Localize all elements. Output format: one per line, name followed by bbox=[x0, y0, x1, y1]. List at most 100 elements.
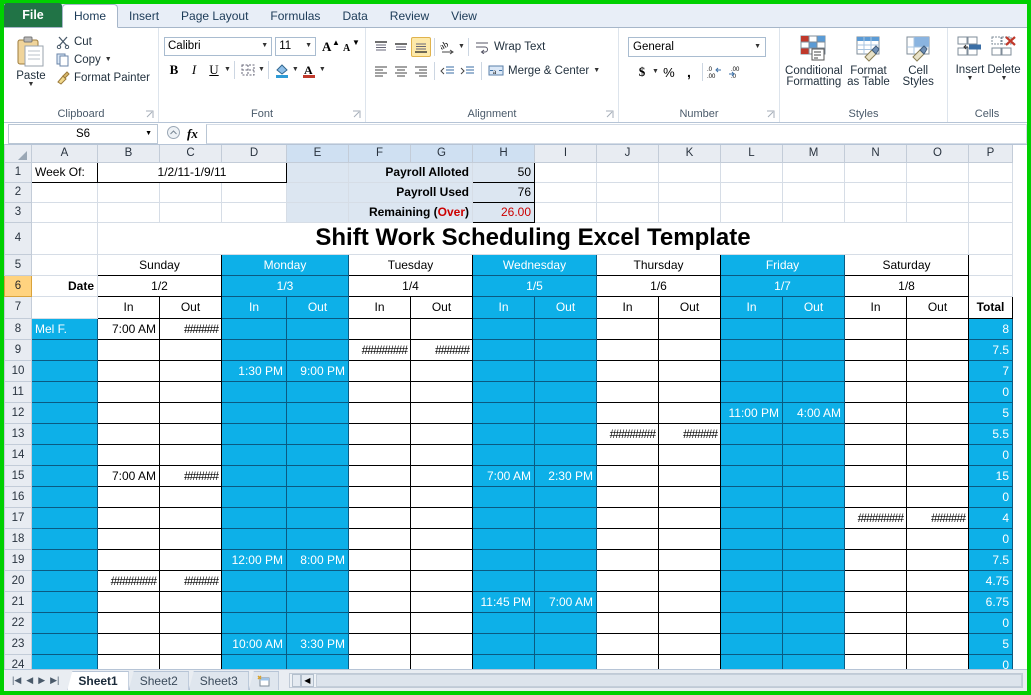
employee-name-cell[interactable]: Mel F. bbox=[31, 317, 98, 340]
scrollbar-thumb[interactable] bbox=[315, 674, 1022, 687]
row-header-2[interactable]: 2 bbox=[4, 181, 32, 203]
cell-N2[interactable] bbox=[844, 181, 907, 203]
in-cell[interactable]: 7:00 AM bbox=[97, 464, 160, 487]
out-cell[interactable] bbox=[159, 611, 222, 634]
row-header-12[interactable]: 12 bbox=[4, 401, 32, 424]
out-cell[interactable] bbox=[906, 485, 969, 508]
name-box[interactable]: S6 ▼ bbox=[8, 123, 158, 144]
last-sheet-button[interactable]: ▶| bbox=[50, 675, 59, 686]
tab-home[interactable]: Home bbox=[62, 4, 119, 28]
first-sheet-button[interactable]: |◀ bbox=[12, 675, 21, 686]
employee-name-cell[interactable] bbox=[31, 380, 98, 403]
column-header-L[interactable]: L bbox=[720, 145, 783, 163]
row-header-8[interactable]: 8 bbox=[4, 317, 32, 340]
out-cell[interactable] bbox=[410, 401, 473, 424]
out-cell[interactable] bbox=[534, 422, 597, 445]
total-cell[interactable]: 0 bbox=[968, 485, 1013, 508]
out-cell[interactable] bbox=[658, 506, 721, 529]
in-cell[interactable] bbox=[348, 590, 411, 613]
sheet-tab-sheet2[interactable]: Sheet2 bbox=[128, 671, 189, 690]
out-cell[interactable] bbox=[658, 317, 721, 340]
column-header-O[interactable]: O bbox=[906, 145, 969, 163]
out-cell[interactable] bbox=[410, 485, 473, 508]
merge-center-caret-icon[interactable]: ▼ bbox=[593, 67, 600, 74]
cell-K1[interactable] bbox=[658, 161, 721, 183]
out-cell[interactable] bbox=[534, 485, 597, 508]
cell-M2[interactable] bbox=[782, 181, 845, 203]
in-cell[interactable] bbox=[720, 338, 783, 361]
employee-name-cell[interactable] bbox=[31, 506, 98, 529]
out-cell[interactable] bbox=[906, 443, 969, 466]
in-cell[interactable] bbox=[472, 422, 535, 445]
in-cell[interactable] bbox=[221, 653, 287, 669]
tab-insert[interactable]: Insert bbox=[118, 5, 170, 27]
column-header-G[interactable]: G bbox=[410, 145, 473, 163]
total-cell[interactable]: 0 bbox=[968, 653, 1013, 669]
cell-A2[interactable] bbox=[31, 181, 98, 203]
total-cell[interactable]: 15 bbox=[968, 464, 1013, 487]
cell-M1[interactable] bbox=[782, 161, 845, 183]
day-date-tuesday[interactable]: 1/4 bbox=[348, 274, 473, 297]
row-header-1[interactable]: 1 bbox=[4, 161, 32, 183]
cell-H3-remaining-value[interactable]: 26.00 bbox=[472, 201, 535, 223]
out-cell[interactable] bbox=[906, 590, 969, 613]
row-header-5[interactable]: 5 bbox=[4, 253, 32, 276]
in-cell[interactable] bbox=[348, 506, 411, 529]
in-cell[interactable] bbox=[472, 317, 535, 340]
in-cell[interactable] bbox=[596, 569, 659, 592]
in-cell[interactable] bbox=[596, 380, 659, 403]
row-header-19[interactable]: 19 bbox=[4, 548, 32, 571]
out-cell[interactable] bbox=[658, 611, 721, 634]
employee-name-cell[interactable] bbox=[31, 464, 98, 487]
chevron-down-icon[interactable]: ▼ bbox=[261, 42, 268, 49]
out-cell[interactable] bbox=[658, 359, 721, 382]
out-cell[interactable] bbox=[534, 506, 597, 529]
in-cell[interactable] bbox=[844, 590, 907, 613]
out-cell[interactable] bbox=[906, 653, 969, 669]
in-cell[interactable] bbox=[472, 338, 535, 361]
out-cell[interactable] bbox=[534, 527, 597, 550]
currency-format-button[interactable]: $ bbox=[632, 62, 652, 82]
in-cell[interactable] bbox=[720, 569, 783, 592]
in-cell[interactable] bbox=[97, 653, 160, 669]
employee-name-cell[interactable] bbox=[31, 653, 98, 669]
row-header-13[interactable]: 13 bbox=[4, 422, 32, 445]
in-cell[interactable] bbox=[596, 653, 659, 669]
in-header-sunday[interactable]: In bbox=[97, 295, 160, 319]
out-cell[interactable]: 3:30 PM bbox=[286, 632, 349, 655]
out-cell[interactable]: 8:00 PM bbox=[286, 548, 349, 571]
format-painter-button[interactable]: Format Painter bbox=[53, 70, 153, 86]
out-cell[interactable]: 7:00 AM bbox=[534, 590, 597, 613]
total-cell[interactable]: 8 bbox=[968, 317, 1013, 340]
day-date-saturday[interactable]: 1/8 bbox=[844, 274, 969, 297]
out-cell[interactable] bbox=[906, 464, 969, 487]
in-cell[interactable] bbox=[596, 485, 659, 508]
in-cell[interactable] bbox=[348, 485, 411, 508]
italic-button[interactable]: I bbox=[184, 60, 204, 80]
out-cell[interactable] bbox=[286, 653, 349, 669]
in-cell[interactable] bbox=[844, 317, 907, 340]
in-cell[interactable] bbox=[97, 401, 160, 424]
in-cell[interactable] bbox=[221, 611, 287, 634]
in-cell[interactable] bbox=[596, 590, 659, 613]
in-cell[interactable] bbox=[348, 569, 411, 592]
cell-B3[interactable] bbox=[97, 201, 160, 223]
cell-P3[interactable] bbox=[968, 201, 1013, 223]
in-header-tuesday[interactable]: In bbox=[348, 295, 411, 319]
employee-name-cell[interactable] bbox=[31, 569, 98, 592]
out-cell[interactable]: ###### bbox=[159, 464, 222, 487]
out-cell[interactable] bbox=[410, 443, 473, 466]
in-cell[interactable] bbox=[221, 401, 287, 424]
in-cell[interactable] bbox=[720, 611, 783, 634]
column-header-E[interactable]: E bbox=[286, 145, 349, 163]
in-cell[interactable] bbox=[596, 401, 659, 424]
out-cell[interactable] bbox=[906, 401, 969, 424]
column-header-H[interactable]: H bbox=[472, 145, 535, 163]
employee-name-cell[interactable] bbox=[31, 401, 98, 424]
sheet-tab-sheet1[interactable]: Sheet1 bbox=[67, 671, 129, 690]
font-family-select[interactable]: Calibri ▼ bbox=[164, 36, 273, 56]
cell-I2[interactable] bbox=[534, 181, 597, 203]
out-cell[interactable] bbox=[159, 527, 222, 550]
cell-B4-title[interactable]: Shift Work Scheduling Excel Template bbox=[97, 221, 969, 255]
in-cell[interactable] bbox=[720, 590, 783, 613]
